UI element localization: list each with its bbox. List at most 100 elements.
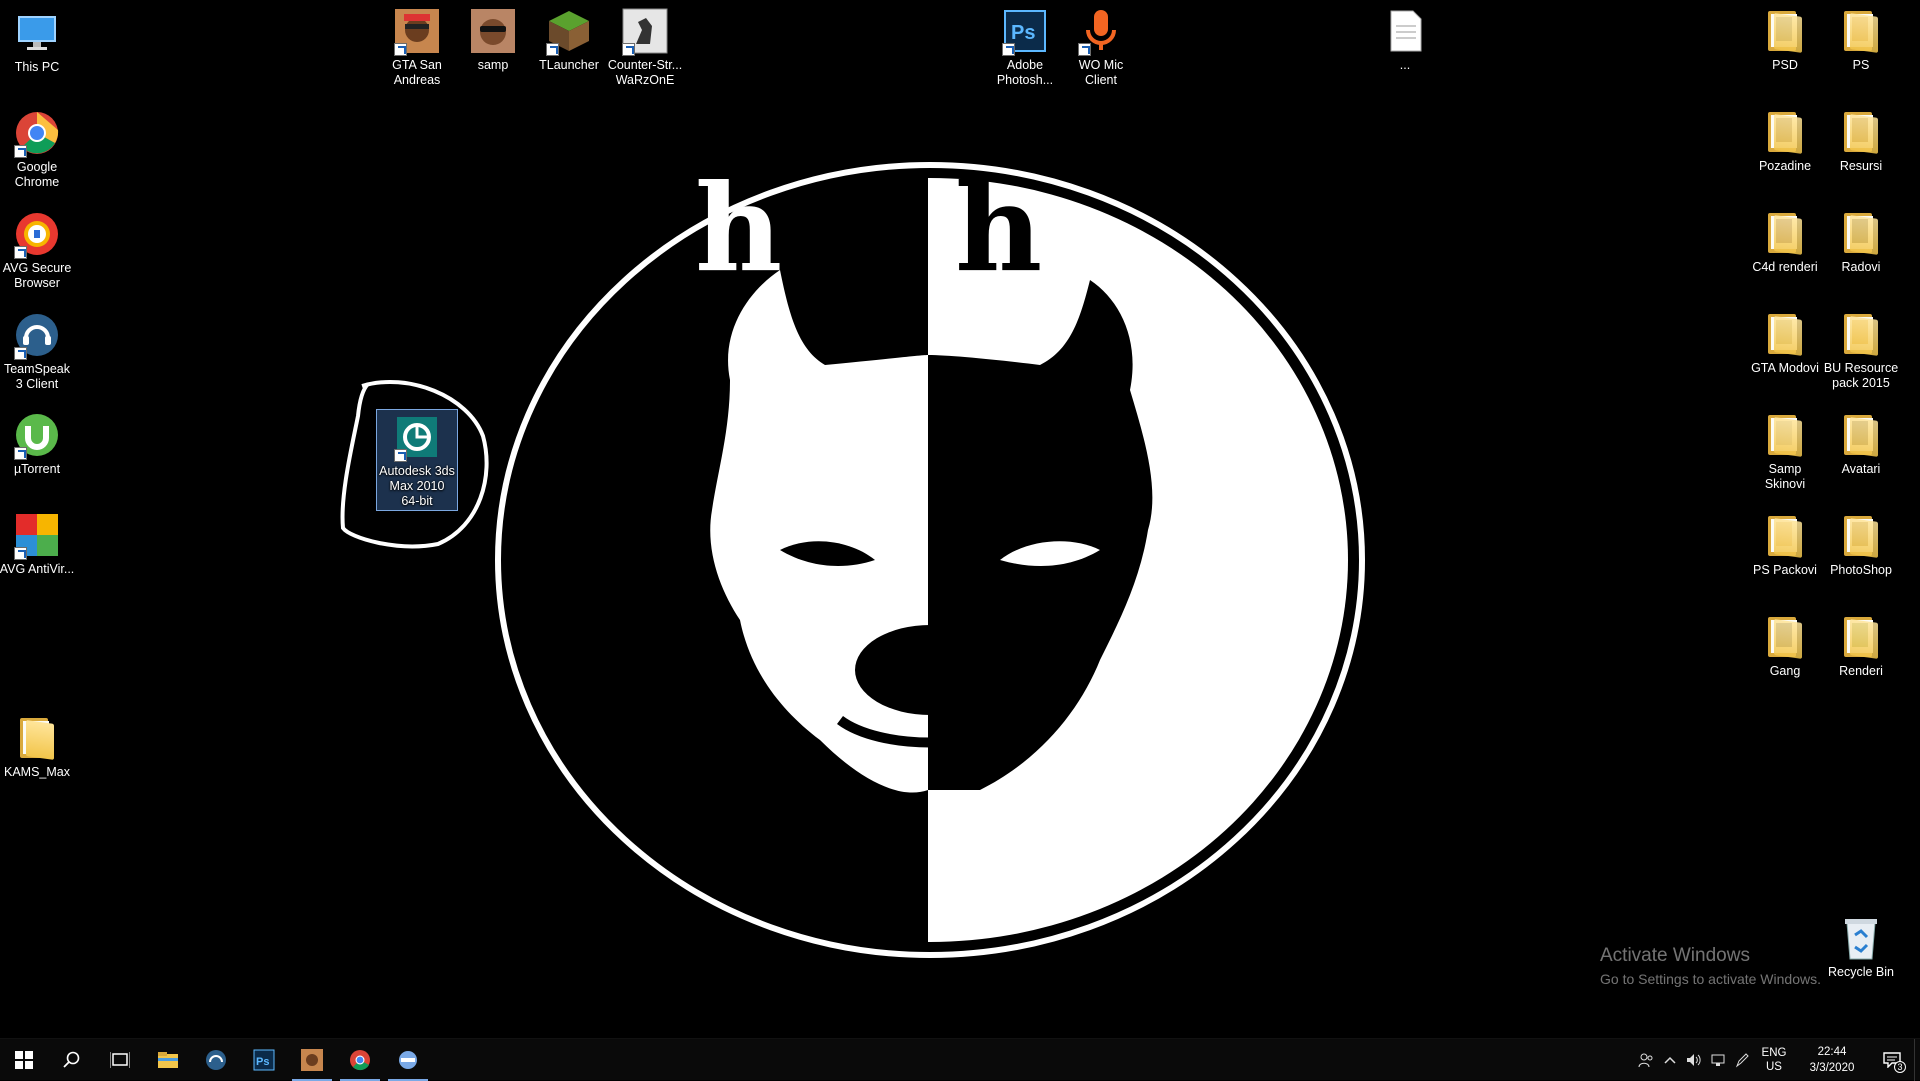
desktop-folder-ps-packovi[interactable]: PS Packovi [1747,511,1823,578]
shortcut-arrow-icon [14,246,27,259]
shortcut-arrow-icon [14,347,27,360]
folder-icon [1760,107,1810,157]
shortcut-arrow-icon [14,447,27,460]
desktop-icon-text-file[interactable]: ... [1367,6,1443,73]
desktop-icon-label: Recycle Bin [1828,965,1894,979]
desktop-icon-gta-sa[interactable]: GTA San Andreas [379,6,455,88]
desktop-folder-renderi[interactable]: Renderi [1823,612,1899,679]
desktop-icon-label: µTorrent [13,462,61,476]
pen-ink-icon[interactable] [1730,1039,1754,1081]
desktop-icon-label: Adobe Photosh... [996,58,1054,87]
taskbar-teamspeak[interactable] [192,1039,240,1081]
desktop-icon-photoshop[interactable]: Ps Adobe Photosh... [987,6,1063,88]
show-desktop-button[interactable] [1914,1039,1920,1081]
desktop-icon-label: Counter-Str... WaRzOnE [607,58,683,87]
desktop-icon-3ds-max[interactable]: Autodesk 3ds Max 2010 64-bit [376,409,458,511]
input-language[interactable]: ENG US [1754,1046,1794,1074]
folder-icon [1760,410,1810,460]
task-view-button[interactable] [96,1039,144,1081]
volume-icon[interactable] [1682,1039,1706,1081]
desktop-icon-kams-max[interactable]: KAMS_Max [0,713,75,780]
desktop-icon-label: AVG Secure Browser [2,261,72,290]
shortcut-arrow-icon [546,43,559,56]
desktop-icon-label: PS [1852,58,1870,72]
desktop-folder-resursi[interactable]: Resursi [1823,107,1899,174]
folder-icon [1760,6,1810,56]
folder-icon [12,713,62,763]
taskbar-samp[interactable] [384,1039,432,1081]
desktop-folder-samp-skinovi[interactable]: Samp Skinovi [1747,410,1823,492]
show-hidden-icons-chevron-up-icon[interactable] [1658,1039,1682,1081]
desktop-icon-tlauncher[interactable]: TLauncher [531,6,607,73]
desktop-icon-avg-antivirus[interactable]: AVG AntiVir... [0,510,75,577]
desktop-icon-label: GTA San Andreas [392,58,442,87]
counter-strike-icon [620,6,670,56]
people-icon[interactable] [1634,1039,1658,1081]
desktop-icon-label: Autodesk 3ds Max 2010 64-bit [379,464,455,508]
clock[interactable]: 22:44 3/3/2020 [1794,1044,1870,1076]
folder-icon [1836,309,1886,359]
desktop-icon-label: TLauncher [539,58,599,72]
svg-text:Ps: Ps [1011,22,1035,44]
desktop-icon-label: Pozadine [1758,159,1812,173]
folder-icon [1760,612,1810,662]
text-file-icon [1380,6,1430,56]
svg-text:Ps: Ps [256,1056,269,1068]
desktop-folder-avatari[interactable]: Avatari [1823,410,1899,477]
desktop-icon-counter-strike[interactable]: Counter-Str... WaRzOnE [607,6,683,88]
shortcut-arrow-icon [14,547,27,560]
desktop-folder-gang[interactable]: Gang [1747,612,1823,679]
start-button[interactable] [0,1039,48,1081]
desktop-folder-ps[interactable]: PS [1823,6,1899,73]
folder-icon [1760,309,1810,359]
tlauncher-icon [544,6,594,56]
desktop-icon-label: Resursi [1839,159,1883,173]
desktop-folder-radovi[interactable]: Radovi [1823,208,1899,275]
desktop-icon-recycle-bin[interactable]: Recycle Bin [1823,913,1899,980]
taskbar-gta-sa[interactable] [288,1039,336,1081]
desktop[interactable]: h h This PC Google Chrome AVG Secure Bro… [0,0,1920,1038]
desktop-folder-c4d-renderi[interactable]: C4d renderi [1747,208,1823,275]
teamspeak-icon [12,310,62,360]
shortcut-arrow-icon [394,449,407,462]
shortcut-arrow-icon [1002,43,1015,56]
chrome-icon [350,1049,370,1070]
action-center-button[interactable]: 3 [1870,1039,1914,1081]
desktop-icon-label: Avatari [1841,462,1881,476]
desktop-icon-label: BU Resource pack 2015 [1823,361,1899,390]
3ds-max-icon [392,412,442,462]
search-button[interactable] [48,1039,96,1081]
region-code: US [1766,1061,1782,1073]
wallpaper-letter-right: h [955,158,1042,299]
desktop-folder-psd[interactable]: PSD [1747,6,1823,73]
avg-antivirus-icon [12,510,62,560]
gta-sa-icon [392,6,442,56]
desktop-icon-teamspeak[interactable]: TeamSpeak 3 Client [0,310,75,392]
desktop-icon-label: PhotoShop [1830,563,1892,577]
wo-mic-icon [1076,6,1126,56]
desktop-folder-pozadine[interactable]: Pozadine [1747,107,1823,174]
network-icon[interactable] [1706,1039,1730,1081]
taskbar-chrome[interactable] [336,1039,384,1081]
desktop-icon-label: GTA Modovi [1751,361,1819,375]
desktop-icon-samp[interactable]: samp [455,6,531,73]
desktop-folder-gta-modovi[interactable]: GTA Modovi [1747,309,1823,376]
wallpaper-logo: h h [495,158,1365,958]
desktop-icon-label: This PC [14,60,60,74]
desktop-icon-wo-mic[interactable]: WO Mic Client [1063,6,1139,88]
desktop-icon-avg-secure-browser[interactable]: AVG Secure Browser [0,209,75,291]
samp-icon [468,6,518,56]
activate-subtitle: Go to Settings to activate Windows. [1600,971,1821,987]
samp-icon [399,1050,417,1069]
desktop-icon-label: PSD [1772,58,1798,72]
desktop-icon-label: PS Packovi [1753,563,1817,577]
desktop-icon-label: Samp Skinovi [1764,462,1806,491]
system-tray: ENG US 22:44 3/3/2020 3 [1634,1039,1920,1081]
taskbar-photoshop[interactable]: Ps [240,1039,288,1081]
desktop-folder-bu-resource-pack-2015[interactable]: BU Resource pack 2015 [1823,309,1899,391]
desktop-icon-chrome[interactable]: Google Chrome [0,108,75,190]
desktop-folder-photoshop[interactable]: PhotoShop [1823,511,1899,578]
desktop-icon-this-pc[interactable]: This PC [0,8,75,75]
desktop-icon-utorrent[interactable]: µTorrent [0,410,75,477]
taskbar-file-explorer[interactable] [144,1039,192,1081]
